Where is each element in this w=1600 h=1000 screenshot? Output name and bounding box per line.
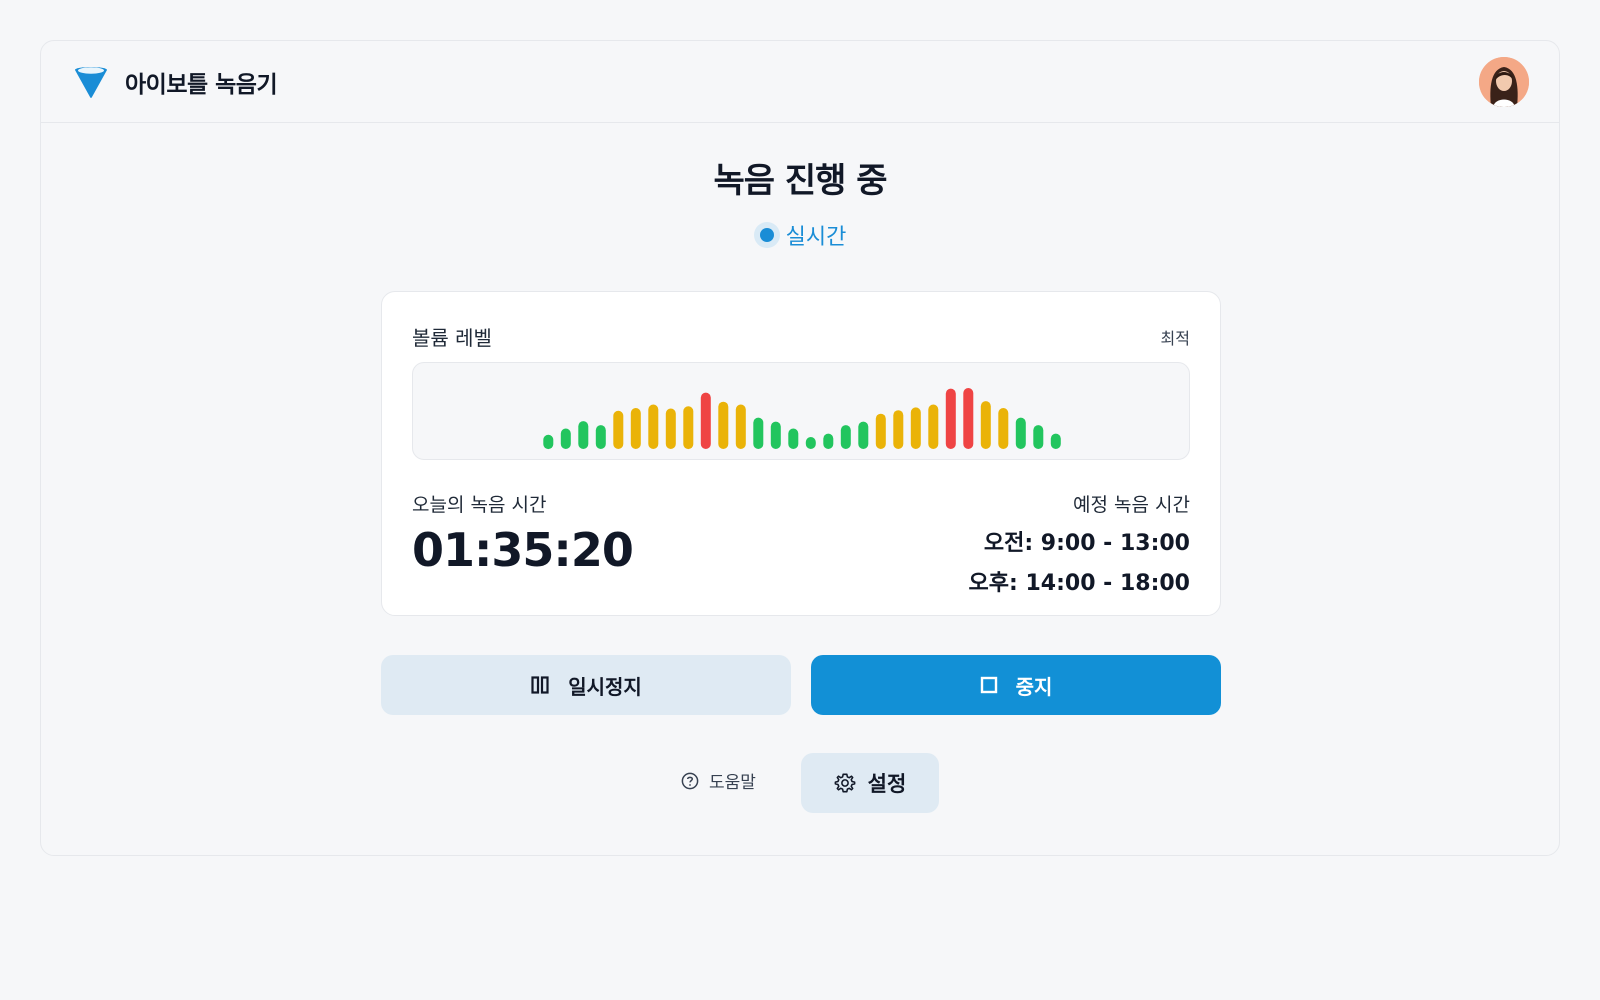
volume-bar: [788, 428, 799, 449]
volume-bar: [648, 404, 659, 449]
today-label: 오늘의 녹음 시간: [412, 494, 547, 516]
schedule-label: 예정 녹음 시간: [1073, 494, 1190, 516]
volume-bar: [823, 433, 834, 449]
volume-bar: [910, 407, 921, 449]
user-avatar[interactable]: [1479, 56, 1529, 107]
gear-icon: [834, 773, 856, 793]
app-window: 아이보틀 녹음기 녹음 진행 중 실시간 볼륨 레벨 최적 오늘의 녹음 시간: [40, 40, 1560, 856]
pause-label: 일시정지: [568, 674, 642, 699]
settings-button[interactable]: 설정: [801, 753, 939, 813]
main-content: 녹음 진행 중 실시간 볼륨 레벨 최적 오늘의 녹음 시간 01:35:20 …: [41, 123, 1559, 855]
schedule-pm: 오후: 14:00 - 18:00: [968, 571, 1190, 596]
volume-bar: [630, 408, 641, 449]
volume-bar: [963, 388, 974, 449]
settings-label: 설정: [867, 772, 907, 796]
volume-bar: [858, 421, 869, 449]
volume-bar: [1050, 433, 1061, 449]
volume-bar: [613, 410, 624, 449]
live-indicator: 실시간: [41, 219, 1559, 251]
volume-header: 볼륨 레벨 최적: [412, 322, 1190, 351]
help-label: 도움말: [709, 773, 756, 793]
stop-button[interactable]: 중지: [811, 655, 1221, 715]
volume-bar: [945, 388, 956, 449]
volume-bar: [753, 417, 764, 449]
help-link[interactable]: 도움말: [681, 768, 756, 793]
volume-label: 볼륨 레벨: [412, 326, 492, 350]
schedule-am: 오전: 9:00 - 13:00: [983, 531, 1190, 556]
today-time: 01:35:20: [412, 523, 634, 577]
app-header: 아이보틀 녹음기: [41, 41, 1559, 123]
app-title: 아이보틀 녹음기: [125, 71, 278, 98]
help-circle-icon: [681, 772, 699, 789]
pause-icon: [531, 676, 549, 694]
recording-card: 볼륨 레벨 최적 오늘의 녹음 시간 01:35:20 예정 녹음 시간 오전:…: [381, 291, 1221, 616]
scheduled-recording: 예정 녹음 시간 오전: 9:00 - 13:00 오후: 14:00 - 18…: [969, 490, 1190, 597]
stop-icon: [980, 676, 997, 694]
volume-bar: [893, 410, 904, 449]
stop-label: 중지: [1015, 674, 1053, 699]
volume-bar: [595, 425, 606, 449]
today-recording: 오늘의 녹음 시간 01:35:20: [412, 490, 634, 577]
volume-bar: [578, 421, 589, 449]
volume-meter-svg: [543, 388, 1061, 450]
volume-bar: [998, 408, 1009, 449]
volume-bar: [928, 404, 939, 449]
volume-status: 최적: [1160, 328, 1190, 348]
volume-bar: [1015, 417, 1026, 449]
volume-bar: [700, 392, 711, 449]
pause-button[interactable]: 일시정지: [381, 655, 791, 715]
volume-bar: [840, 425, 851, 449]
volume-bar: [735, 404, 746, 449]
volume-bar: [770, 421, 781, 449]
volume-bar: [1033, 425, 1044, 449]
volume-meter: [412, 362, 1190, 460]
volume-bar: [560, 428, 571, 449]
page-title: 녹음 진행 중: [713, 161, 887, 201]
volume-bar: [683, 406, 694, 450]
volume-bar: [875, 413, 886, 449]
volume-bar: [805, 437, 816, 449]
volume-bar: [980, 401, 991, 449]
volume-bar: [543, 434, 554, 450]
live-dot-icon: [753, 222, 780, 248]
volume-bar: [665, 408, 676, 449]
live-label: 실시간: [785, 225, 847, 250]
volume-bar: [718, 401, 729, 449]
brand: 아이보틀 녹음기: [73, 64, 278, 100]
funnel-logo-icon: [75, 66, 107, 98]
